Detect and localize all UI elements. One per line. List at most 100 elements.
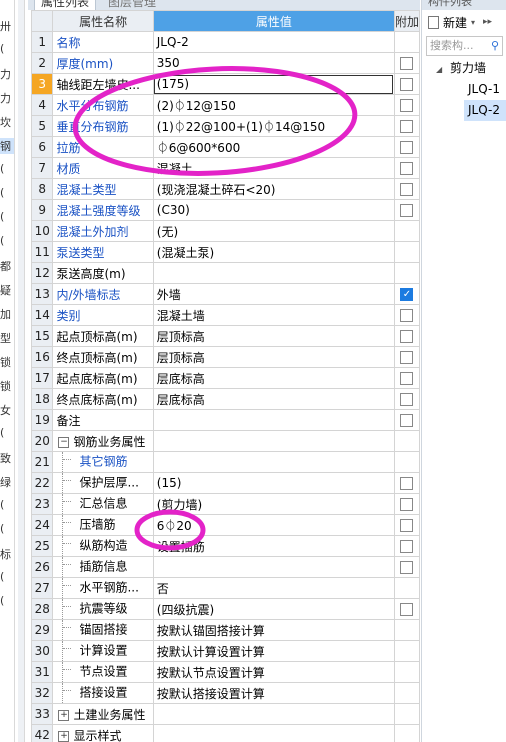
property-value-cell[interactable] <box>152 451 395 473</box>
property-value-cell[interactable]: (无) <box>152 220 395 242</box>
property-row[interactable]: 1 名称 JLQ-2 <box>30 31 420 53</box>
property-row[interactable]: 28 抗震等级 (四级抗震) <box>30 598 420 620</box>
checkbox[interactable] <box>400 414 414 427</box>
property-value-cell[interactable] <box>152 430 395 452</box>
checkbox[interactable] <box>400 162 414 175</box>
property-row[interactable]: 3 轴线距左墙皮... (175) <box>30 73 420 95</box>
property-row[interactable]: 30 计算设置 按默认计算设置计算 <box>30 640 420 662</box>
checkbox[interactable] <box>400 183 414 196</box>
property-row[interactable]: 7 材质 混凝土 <box>30 157 420 179</box>
checkbox[interactable] <box>400 540 414 553</box>
property-row[interactable]: 5 垂直分布钢筋 (1)⏀22@100+(1)⏀14@150 <box>30 115 420 137</box>
property-value-cell[interactable]: JLQ-2 <box>152 31 395 53</box>
checkbox[interactable] <box>400 99 414 112</box>
property-value-cell[interactable] <box>152 409 395 431</box>
property-row[interactable]: 33 + 土建业务属性 <box>30 703 420 725</box>
tab-property-list[interactable]: 属性列表 <box>34 0 97 10</box>
property-value-cell[interactable]: ⏀6@600*600 <box>152 136 395 158</box>
property-row[interactable]: 8 混凝土类型 (现浇混凝土碎石<20) <box>30 178 420 200</box>
checkbox[interactable] <box>400 57 414 70</box>
property-value-cell[interactable]: (C30) <box>152 199 395 221</box>
property-row[interactable]: 27 水平钢筋... 否 <box>30 577 420 599</box>
property-value-cell[interactable]: 混凝土 <box>152 157 395 179</box>
property-value-cell[interactable]: 350 <box>152 52 395 74</box>
property-row[interactable]: 19 备注 <box>30 409 420 431</box>
property-row[interactable]: 42 + 显示样式 <box>30 724 420 742</box>
property-value-cell[interactable]: 设置插筋 <box>152 535 395 557</box>
tab-layer-management[interactable]: 图层管理 <box>102 0 162 10</box>
header-property-name[interactable]: 属性名称 <box>52 10 154 32</box>
property-value-cell[interactable]: 按默认锚固搭接计算 <box>152 619 395 641</box>
splitter[interactable] <box>18 0 25 742</box>
new-button[interactable]: 新建 <box>443 14 467 31</box>
chevron-down-icon[interactable]: ▾ <box>471 18 475 27</box>
checkbox-checked[interactable]: ✓ <box>400 288 414 301</box>
property-row[interactable]: 10 混凝土外加剂 (无) <box>30 220 420 242</box>
property-value-cell[interactable]: (四级抗震) <box>152 598 395 620</box>
property-row[interactable]: 17 起点底标高(m) 层底标高 <box>30 367 420 389</box>
property-row[interactable]: 18 终点底标高(m) 层底标高 <box>30 388 420 410</box>
checkbox[interactable] <box>400 393 414 406</box>
property-value-cell[interactable] <box>152 724 395 742</box>
property-row[interactable]: 23 汇总信息 (剪力墙) <box>30 493 420 515</box>
checkbox[interactable] <box>400 561 414 574</box>
property-row[interactable]: 21 其它钢筋 <box>30 451 420 473</box>
checkbox[interactable] <box>400 120 414 133</box>
tree-root[interactable]: ◢ 剪力墙 <box>422 58 506 79</box>
property-row[interactable]: 9 混凝土强度等级 (C30) <box>30 199 420 221</box>
checkbox[interactable] <box>400 519 414 532</box>
header-property-value[interactable]: 属性值 <box>152 10 395 32</box>
property-row[interactable]: 22 保护层厚... (15) <box>30 472 420 494</box>
property-value-cell[interactable]: 6⏀20 <box>152 514 395 536</box>
property-row[interactable]: 26 插筋信息 <box>30 556 420 578</box>
more-icon[interactable]: ▸▸ <box>483 17 492 27</box>
property-row[interactable]: 6 拉筋 ⏀6@600*600 <box>30 136 420 158</box>
checkbox[interactable] <box>400 372 414 385</box>
property-row[interactable]: 29 锚固搭接 按默认锚固搭接计算 <box>30 619 420 641</box>
property-row[interactable]: 31 节点设置 按默认节点设置计算 <box>30 661 420 683</box>
checkbox[interactable] <box>400 477 414 490</box>
collapse-arrow-icon[interactable]: ◢ <box>436 65 442 74</box>
property-row[interactable]: 14 类别 混凝土墙 <box>30 304 420 326</box>
property-value-cell[interactable] <box>152 556 395 578</box>
checkbox[interactable] <box>400 330 414 343</box>
expand-icon[interactable]: + <box>58 730 70 742</box>
property-value-cell[interactable]: 层底标高 <box>152 367 395 389</box>
property-value-cell[interactable]: 混凝土墙 <box>152 304 395 326</box>
property-row[interactable]: 20− 钢筋业务属性 <box>30 430 420 452</box>
property-value-cell[interactable]: 按默认搭接设置计算 <box>152 682 395 704</box>
property-row[interactable]: 15 起点顶标高(m) 层顶标高 <box>30 325 420 347</box>
property-value-cell[interactable]: 按默认节点设置计算 <box>152 661 395 683</box>
property-value-cell[interactable]: 层顶标高 <box>152 346 395 368</box>
property-row[interactable]: 13 内/外墙标志 外墙 ✓ <box>30 283 420 305</box>
search-icon[interactable]: ⚲ <box>491 37 499 55</box>
property-row[interactable]: 11 泵送类型 (混凝土泵) <box>30 241 420 263</box>
property-row[interactable]: 32 搭接设置 按默认搭接设置计算 <box>30 682 420 704</box>
component-search-input[interactable]: 搜索构... ⚲ <box>426 36 503 56</box>
property-value-cell[interactable]: 外墙 <box>152 283 395 305</box>
checkbox[interactable] <box>400 498 414 511</box>
property-row[interactable]: 25 纵筋构造 设置插筋 <box>30 535 420 557</box>
property-value-cell[interactable]: (剪力墙) <box>152 493 395 515</box>
property-value-cell[interactable]: (2)⏀12@150 <box>152 94 395 116</box>
property-value-cell[interactable]: 层顶标高 <box>152 325 395 347</box>
checkbox[interactable] <box>400 141 414 154</box>
property-row[interactable]: 4 水平分布钢筋 (2)⏀12@150 <box>30 94 420 116</box>
checkbox[interactable] <box>400 309 414 322</box>
checkbox[interactable] <box>400 204 414 217</box>
expand-icon[interactable]: + <box>58 709 70 721</box>
tree-item-jlq-1[interactable]: JLQ-1 <box>422 79 506 100</box>
property-row[interactable]: 2 厚度(mm) 350 <box>30 52 420 74</box>
property-value-cell[interactable]: (1)⏀22@100+(1)⏀14@150 <box>152 115 395 137</box>
property-value-cell[interactable] <box>152 703 395 725</box>
property-value-cell[interactable]: 否 <box>152 577 395 599</box>
property-value-cell[interactable]: (混凝土泵) <box>152 241 395 263</box>
property-value-cell[interactable]: (15) <box>152 472 395 494</box>
property-value-cell[interactable] <box>152 262 395 284</box>
checkbox[interactable] <box>400 351 414 364</box>
tree-item-jlq-2[interactable]: JLQ-2 <box>464 100 506 121</box>
property-row[interactable]: 24 压墙筋 6⏀20 <box>30 514 420 536</box>
header-extra[interactable]: 附加 <box>393 10 420 32</box>
property-row[interactable]: 12 泵送高度(m) <box>30 262 420 284</box>
collapse-icon[interactable]: − <box>58 436 70 448</box>
